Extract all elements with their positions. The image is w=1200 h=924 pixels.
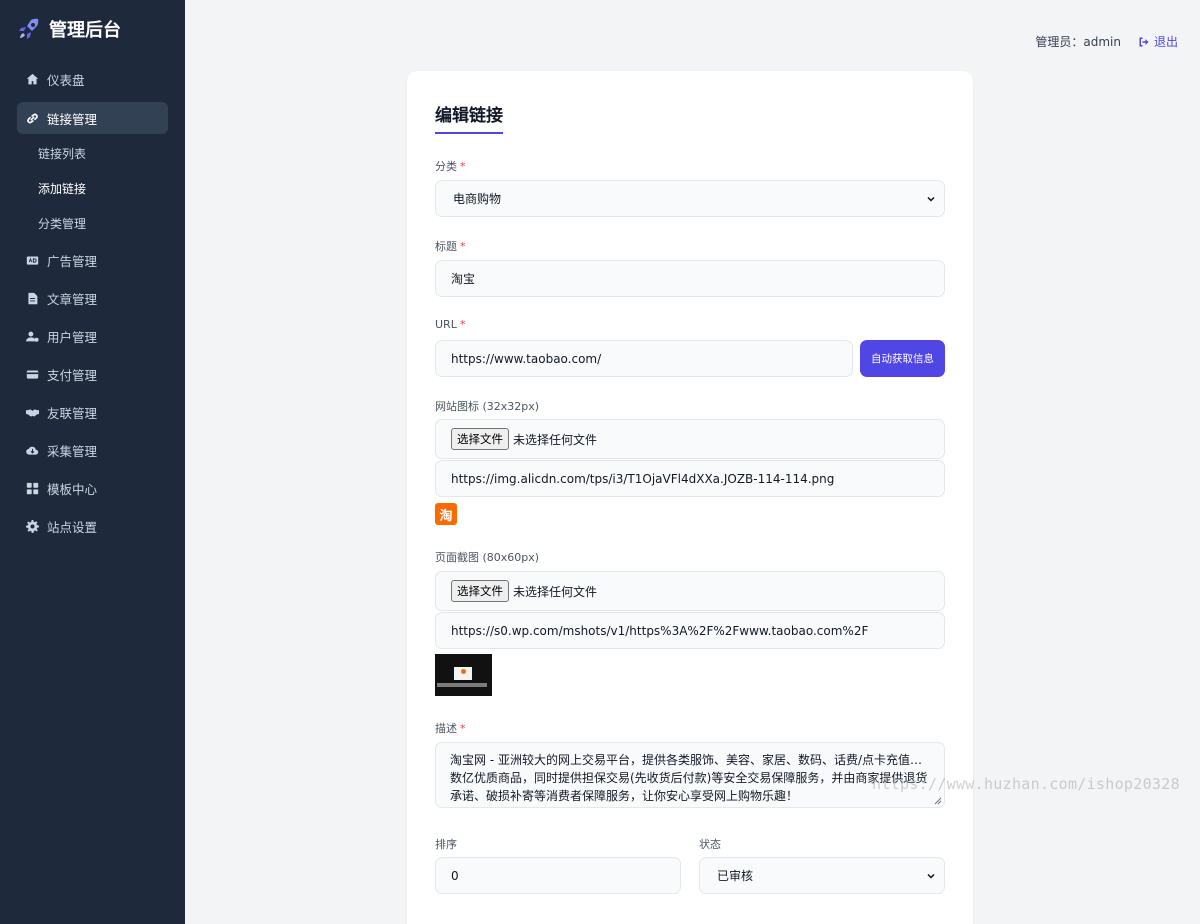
description-label: 描述 * <box>435 722 466 735</box>
screenshot-file-input[interactable]: 选择文件 未选择任何文件 <box>435 571 945 611</box>
description-value: 淘宝网 - 亚洲较大的网上交易平台，提供各类服饰、美容、家居、数码、话费/点卡充… <box>450 753 928 803</box>
status-select[interactable]: 已审核 <box>699 857 945 894</box>
logout-label: 退出 <box>1153 35 1178 49</box>
sort-input[interactable]: 0 <box>435 857 681 894</box>
brand-title: 管理后台 <box>49 20 121 41</box>
sort-value: 0 <box>451 868 459 883</box>
file-icon <box>25 291 39 305</box>
icon-file-input[interactable]: 选择文件 未选择任何文件 <box>435 419 945 459</box>
edit-link-card: 编辑链接 分类 * 电商购物 标题 * 淘宝 URL * https://www.ta… <box>407 71 973 924</box>
sidebar-item-label: 广告管理 <box>47 253 98 269</box>
category-label: 分类 * <box>435 160 466 173</box>
grid-icon <box>25 481 39 495</box>
choose-file-button[interactable]: 选择文件 <box>451 428 509 450</box>
sidebar-subitem-add-link[interactable]: 添加链接 <box>0 171 185 206</box>
sidebar-subitem-link-list[interactable]: 链接列表 <box>0 136 185 171</box>
sidebar-item-articles[interactable]: 文章管理 <box>0 279 185 317</box>
sidebar-item-label: 友联管理 <box>47 405 98 421</box>
category-select[interactable]: 电商购物 <box>435 180 945 217</box>
screenshot-preview <box>435 654 492 696</box>
file-status: 未选择任何文件 <box>513 584 598 599</box>
links-subnav: 链接列表 添加链接 分类管理 <box>0 136 185 241</box>
title-input[interactable]: 淘宝 <box>435 260 945 297</box>
sidebar-subitem-categories[interactable]: 分类管理 <box>0 206 185 241</box>
icon-url-value: https://img.alicdn.com/tps/i3/T1OjaVFl4d… <box>451 471 835 486</box>
favicon-preview: 淘 <box>435 503 457 525</box>
icon-url-input[interactable]: https://img.alicdn.com/tps/i3/T1OjaVFl4d… <box>435 460 945 497</box>
title-label: 标题 * <box>435 240 466 253</box>
icon-label: 网站图标 (32x32px) <box>435 400 540 413</box>
url-input[interactable]: https://www.taobao.com/ <box>435 340 853 377</box>
choose-file-button[interactable]: 选择文件 <box>451 580 509 602</box>
handshake-icon <box>25 405 39 419</box>
sidebar: 管理后台 仪表盘 链接管理 链接列表 添加链接 分类管理 广告管理 文章管理 用… <box>0 0 185 924</box>
sidebar-nav: 仪表盘 链接管理 链接列表 添加链接 分类管理 广告管理 文章管理 用户管理 支… <box>0 60 185 545</box>
status-value: 已审核 <box>717 869 754 883</box>
category-value: 电商购物 <box>453 192 502 206</box>
sidebar-item-label: 用户管理 <box>47 329 98 345</box>
topbar: 管理员：admin 退出 <box>1035 33 1178 50</box>
ad-icon <box>25 253 39 267</box>
sidebar-item-templates[interactable]: 模板中心 <box>0 469 185 507</box>
chevron-down-icon <box>927 873 935 879</box>
sidebar-item-users[interactable]: 用户管理 <box>0 317 185 355</box>
screenshot-url-input[interactable]: https://s0.wp.com/mshots/v1/https%3A%2F%… <box>435 612 945 649</box>
screenshot-label: 页面截图 (80x60px) <box>435 551 540 564</box>
credit-card-icon <box>25 367 39 381</box>
sidebar-item-dashboard[interactable]: 仪表盘 <box>0 60 185 98</box>
title-underline <box>435 132 503 134</box>
chevron-down-icon <box>927 196 935 202</box>
auto-fetch-button[interactable]: 自动获取信息 <box>860 340 945 377</box>
home-icon <box>25 72 39 86</box>
user-gear-icon <box>25 329 39 343</box>
page-title: 编辑链接 <box>435 106 503 126</box>
cloud-download-icon <box>25 443 39 457</box>
admin-label: 管理员：admin <box>1035 35 1121 49</box>
link-icon <box>25 111 39 125</box>
status-label: 状态 <box>699 838 721 851</box>
gear-icon <box>25 519 39 533</box>
sidebar-item-payments[interactable]: 支付管理 <box>0 355 185 393</box>
description-textarea[interactable]: 淘宝网 - 亚洲较大的网上交易平台，提供各类服饰、美容、家居、数码、话费/点卡充… <box>435 742 945 808</box>
rocket-icon <box>19 18 39 39</box>
sidebar-item-settings[interactable]: 站点设置 <box>0 507 185 545</box>
sidebar-item-collect[interactable]: 采集管理 <box>0 431 185 469</box>
sidebar-item-label: 支付管理 <box>47 367 98 383</box>
sort-label: 排序 <box>435 838 457 851</box>
sidebar-item-label: 文章管理 <box>47 291 98 307</box>
watermark: https://www.huzhan.com/ishop20328 <box>872 775 1180 793</box>
sidebar-item-label: 仪表盘 <box>47 72 85 88</box>
brand[interactable]: 管理后台 <box>0 0 185 58</box>
resize-handle-icon[interactable] <box>934 797 942 805</box>
sign-out-icon <box>1139 37 1149 46</box>
sidebar-item-label: 模板中心 <box>47 481 98 497</box>
sidebar-item-links[interactable]: 链接管理 <box>17 102 168 134</box>
file-status: 未选择任何文件 <box>513 432 598 447</box>
logout-link[interactable]: 退出 <box>1138 33 1178 50</box>
sidebar-item-label: 链接管理 <box>47 111 98 127</box>
url-value: https://www.taobao.com/ <box>451 351 602 366</box>
sidebar-item-friendlinks[interactable]: 友联管理 <box>0 393 185 431</box>
screenshot-url-value: https://s0.wp.com/mshots/v1/https%3A%2F%… <box>451 623 869 638</box>
sidebar-item-ads[interactable]: 广告管理 <box>0 241 185 279</box>
url-label: URL * <box>435 318 466 331</box>
sidebar-item-label: 站点设置 <box>47 519 98 535</box>
title-value: 淘宝 <box>451 272 476 286</box>
sidebar-item-label: 采集管理 <box>47 443 98 459</box>
